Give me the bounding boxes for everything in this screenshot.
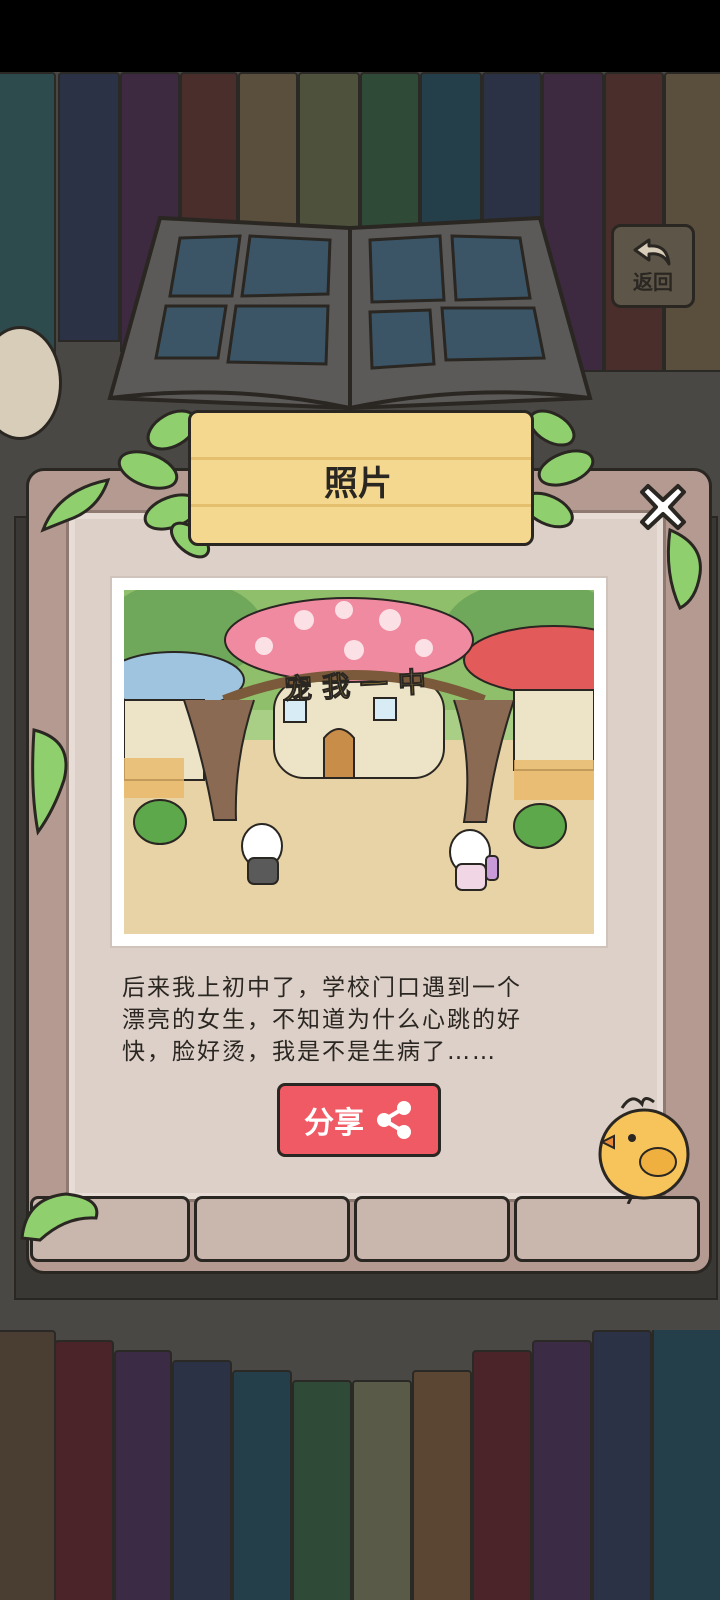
photo-album-icon (107, 215, 593, 411)
photo-image: 宠我一中 (124, 590, 594, 934)
vine-icon (20, 1192, 99, 1242)
vine-icon (31, 728, 68, 836)
book-spine (114, 1350, 172, 1600)
back-button[interactable]: 返回 (611, 224, 695, 308)
book-spine (352, 1380, 412, 1600)
dialog-title: 照片 (324, 464, 392, 504)
stone-block (354, 1196, 510, 1262)
story-text: 后来我上初中了，学校门口遇到一个 漂亮的女生，不知道为什么心跳的好 快，脸好烫，… (122, 975, 522, 1065)
stone-block (194, 1196, 350, 1262)
stone-block (514, 1196, 700, 1262)
book-spine (172, 1360, 232, 1600)
book-spine (54, 1340, 114, 1600)
book-spine (412, 1370, 472, 1600)
chick-icon (598, 1097, 690, 1204)
close-icon (640, 484, 686, 530)
photo-frame: 宠我一中 (110, 576, 608, 948)
vine-icon (40, 478, 111, 533)
book-spine (232, 1370, 292, 1600)
share-label: 分享 (304, 1106, 364, 1141)
back-label: 返回 (633, 269, 673, 294)
vine-icon (666, 527, 702, 611)
book-spine (532, 1340, 592, 1600)
book-spine (472, 1350, 532, 1600)
book-spine (292, 1380, 352, 1600)
book-spine (664, 72, 720, 372)
book-spine (592, 1330, 652, 1600)
status-bar (0, 0, 720, 72)
book-spine (0, 72, 56, 362)
bookshelf-bottom (0, 1330, 720, 1600)
close-button[interactable] (634, 478, 692, 536)
book-spine (0, 1330, 56, 1600)
book-spine (652, 1330, 720, 1600)
undo-arrow-icon (633, 238, 671, 265)
share-icon (377, 1101, 411, 1139)
share-button[interactable]: 分享 (277, 1083, 441, 1157)
book-spine (604, 72, 664, 372)
